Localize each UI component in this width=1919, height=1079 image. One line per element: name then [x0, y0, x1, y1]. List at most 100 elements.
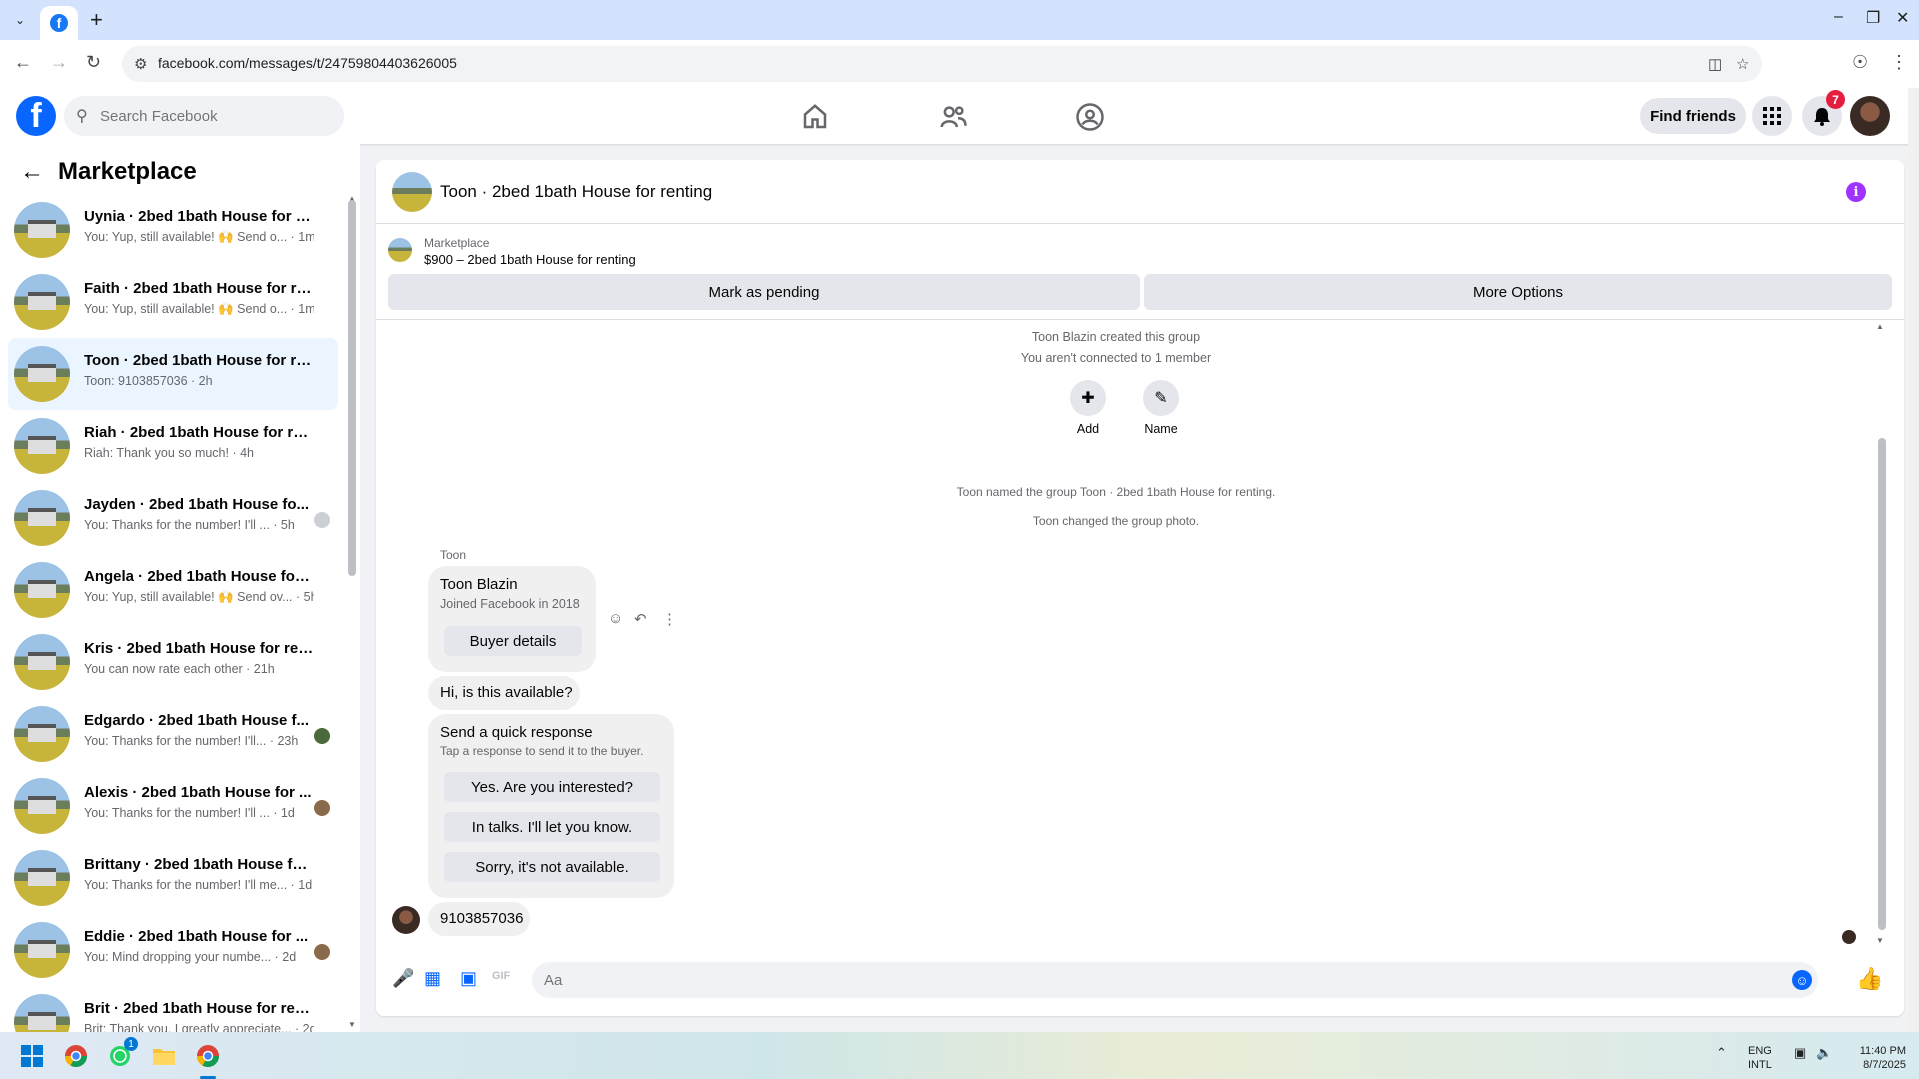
conversation-preview: You: Thanks for the number! I'll ... · 5… [84, 518, 295, 532]
file-explorer-icon[interactable] [150, 1042, 178, 1070]
reply-icon[interactable]: ↶ [634, 610, 647, 628]
scroll-down-icon[interactable]: ▼ [1876, 936, 1884, 945]
conversation-item[interactable]: Faith · 2bed 1bath House for ren... You:… [8, 266, 338, 338]
new-tab-button[interactable]: + [90, 8, 103, 32]
address-url[interactable]: facebook.com/messages/t/2475980440362600… [158, 55, 457, 71]
groups-icon[interactable] [1075, 102, 1105, 132]
conversation-item[interactable]: Kris · 2bed 1bath House for renti... You… [8, 626, 338, 698]
browser-toolbar: ← → ↻ ⚙ facebook.com/messages/t/24759804… [0, 40, 1919, 88]
network-icon[interactable]: ▣ [1794, 1046, 1806, 1060]
language-indicator[interactable]: ENG INTL [1748, 1044, 1772, 1072]
chat-scrollbar[interactable] [1878, 438, 1886, 930]
listing-thumbnail [14, 346, 70, 402]
buyer-profile-card: Toon Blazin Joined Facebook in 2018 Buye… [428, 566, 596, 672]
conversation-item[interactable]: Uynia · 2bed 1bath House for re... You: … [8, 194, 338, 266]
conversation-item[interactable]: Alexis · 2bed 1bath House for ... You: T… [8, 770, 338, 842]
message-input-box[interactable]: ☺ [532, 962, 1834, 998]
add-member-action[interactable]: ✚ Add [1058, 380, 1118, 436]
conversation-item[interactable]: Jayden · 2bed 1bath House fo... You: Tha… [8, 482, 338, 554]
listing-price-title[interactable]: $900 – 2bed 1bath House for renting [424, 252, 636, 267]
install-app-icon[interactable]: ◫ [1708, 55, 1722, 73]
message-bubble[interactable]: Hi, is this available? [428, 676, 580, 710]
scroll-down-icon[interactable]: ▼ [348, 1020, 356, 1029]
bookmark-star-icon[interactable]: ☆ [1736, 55, 1749, 73]
volume-icon[interactable]: 🔈 [1816, 1046, 1832, 1060]
minimize-icon[interactable]: – [1834, 8, 1843, 26]
listing-thumbnail [14, 706, 70, 762]
chrome-icon[interactable] [62, 1042, 90, 1070]
sidebar-scrollbar[interactable] [348, 200, 356, 576]
chat-panel: Toon · 2bed 1bath House for renting i Ma… [376, 160, 1904, 1016]
info-icon[interactable]: i [1846, 182, 1866, 202]
react-emoji-icon[interactable]: ☺ [608, 610, 623, 627]
listing-thumbnail[interactable] [388, 238, 412, 262]
browser-menu-icon[interactable]: ⋮ [1890, 52, 1908, 73]
account-avatar[interactable] [1850, 96, 1890, 136]
facebook-logo-icon[interactable]: f [16, 96, 56, 136]
quick-response-yes-button[interactable]: Yes. Are you interested? [444, 772, 660, 802]
microphone-icon[interactable]: 🎤 [392, 968, 414, 989]
sticker-icon[interactable]: ▣ [460, 968, 477, 989]
tab-search-dropdown-icon[interactable]: ⌄ [8, 8, 32, 32]
group-photo[interactable] [392, 172, 432, 212]
more-options-button[interactable]: More Options [1144, 274, 1892, 310]
back-arrow-icon[interactable]: ← [20, 158, 44, 186]
chat-header: Toon · 2bed 1bath House for renting i [376, 160, 1904, 224]
gif-icon[interactable]: GIF [492, 970, 510, 982]
conversation-preview: You: Thanks for the number! I'll... · 23… [84, 734, 299, 748]
facebook-search[interactable]: ⚲ [64, 96, 344, 136]
add-person-icon: ✚ [1070, 380, 1106, 416]
photo-icon[interactable]: ▦ [424, 968, 441, 989]
show-hidden-icons-icon[interactable]: ⌃ [1716, 1046, 1727, 1060]
browser-tab-facebook[interactable]: f [40, 6, 78, 40]
forward-arrow-icon[interactable]: → [50, 52, 68, 73]
site-info-icon[interactable]: ⚙ [134, 55, 147, 73]
page-scrollbar[interactable] [1908, 88, 1919, 1032]
conversation-title: Brit · 2bed 1bath House for renti... [84, 1000, 314, 1017]
name-label: Name [1144, 422, 1178, 436]
conversation-item[interactable]: Angela · 2bed 1bath House for r... You: … [8, 554, 338, 626]
conversation-item[interactable]: Riah · 2bed 1bath House for rent... Riah… [8, 410, 338, 482]
message-composer: 🎤 ▦ ▣ GIF ☺ 👍 [376, 950, 1904, 1010]
close-window-icon[interactable]: ✕ [1896, 8, 1909, 28]
emoji-icon[interactable]: ☺ [1792, 970, 1812, 990]
conversation-item-active[interactable]: Toon · 2bed 1bath House for ren... Toon:… [8, 338, 338, 410]
conversation-title: Edgardo · 2bed 1bath House f... [84, 712, 310, 729]
conversation-item[interactable]: Brittany · 2bed 1bath House for ... You:… [8, 842, 338, 914]
scroll-up-icon[interactable]: ▲ [1876, 322, 1884, 331]
listing-thumbnail [14, 634, 70, 690]
search-input[interactable] [100, 96, 330, 136]
conversation-item[interactable]: Edgardo · 2bed 1bath House f... You: Tha… [8, 698, 338, 770]
windows-start-icon[interactable] [18, 1042, 46, 1070]
windows-taskbar: 1 ⌃ ENG INTL ▣ 🔈 11:40 PM 8/7/2025 [0, 1032, 1919, 1079]
friends-icon[interactable] [938, 102, 968, 132]
clock[interactable]: 11:40 PM 8/7/2025 [1846, 1044, 1906, 1072]
buyer-details-button[interactable]: Buyer details [444, 626, 582, 656]
thumbs-up-icon[interactable]: 👍 [1856, 966, 1883, 992]
message-bubble[interactable]: 9103857036 [428, 902, 530, 936]
name-group-action[interactable]: ✎ Name [1131, 380, 1191, 436]
chrome-active-icon[interactable] [194, 1042, 222, 1070]
mark-as-pending-button[interactable]: Mark as pending [388, 274, 1140, 310]
reload-icon[interactable]: ↻ [86, 52, 101, 73]
marketplace-sidebar: ← Marketplace Uynia · 2bed 1bath House f… [0, 144, 360, 1032]
whatsapp-badge: 1 [124, 1037, 138, 1051]
back-arrow-icon[interactable]: ← [14, 52, 32, 73]
sender-name: Toon [440, 548, 467, 562]
address-bar[interactable]: ⚙ facebook.com/messages/t/24759804403626… [122, 46, 1762, 82]
more-actions-icon[interactable]: ⋮ [662, 610, 677, 628]
profile-icon[interactable]: ☉ [1852, 52, 1868, 73]
find-friends-button[interactable]: Find friends [1640, 98, 1746, 134]
menu-grid-icon[interactable] [1752, 96, 1792, 136]
chat-title[interactable]: Toon · 2bed 1bath House for renting [440, 182, 712, 202]
quick-response-in-talks-button[interactable]: In talks. I'll let you know. [444, 812, 660, 842]
message-input[interactable] [544, 962, 1834, 998]
sender-avatar[interactable] [392, 906, 420, 934]
quick-response-not-available-button[interactable]: Sorry, it's not available. [444, 852, 660, 882]
search-icon: ⚲ [76, 108, 88, 125]
home-icon[interactable] [800, 102, 830, 132]
conversation-item[interactable]: Brit · 2bed 1bath House for renti... Bri… [8, 986, 338, 1032]
restore-icon[interactable]: ❐ [1866, 8, 1880, 28]
conversation-preview: You: Yup, still available! 🙌 Send o... ·… [84, 302, 314, 316]
conversation-item[interactable]: Eddie · 2bed 1bath House for ... You: Mi… [8, 914, 338, 986]
